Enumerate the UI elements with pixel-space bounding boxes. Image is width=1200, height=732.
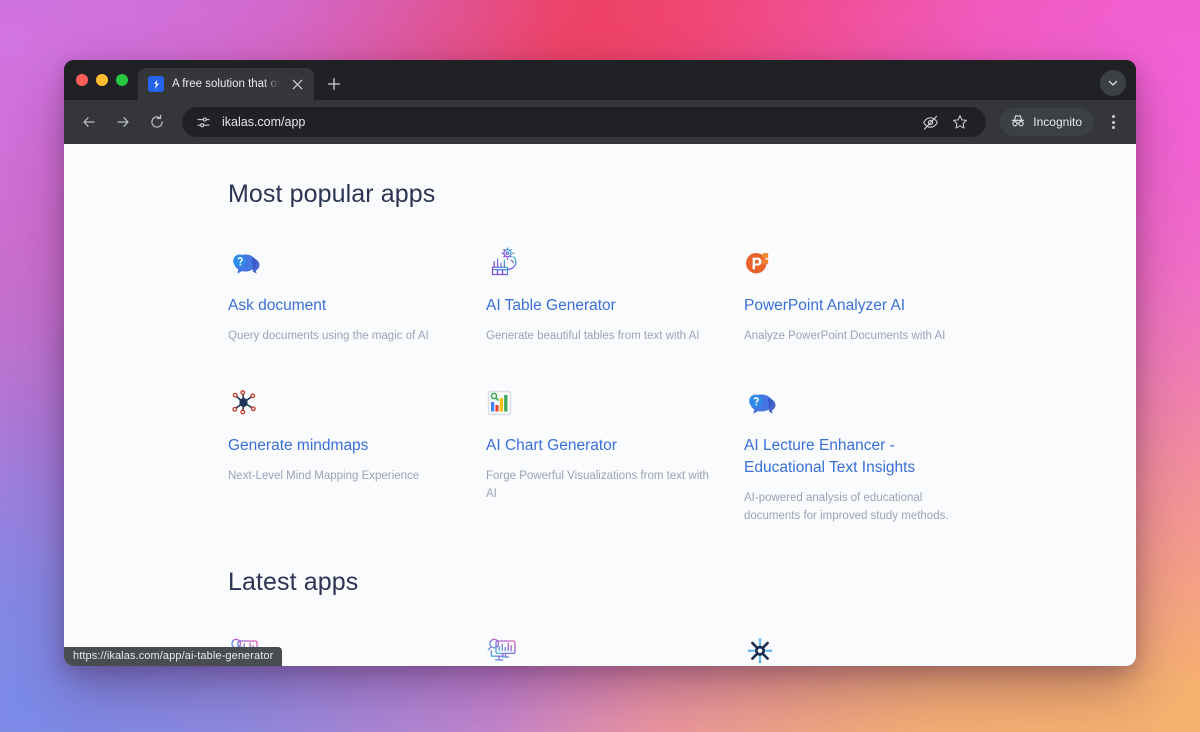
kebab-dot [1111,126,1115,129]
page-content: Most popular apps Ask document Query doc… [64,144,1136,666]
app-card-title[interactable]: PowerPoint Analyzer AI [744,295,974,317]
reload-icon[interactable] [142,107,172,137]
app-card-title[interactable]: AI Chart Generator [486,435,716,457]
app-card[interactable]: Markdown live editor Preview markdown on… [744,633,974,666]
section-title: Most popular apps [228,180,436,208]
forward-arrow-icon[interactable] [108,107,138,137]
content-container: Most popular apps Ask document Query doc… [228,180,1136,666]
app-card[interactable]: AI Chart Generator Forge Powerful Visual… [486,385,716,525]
speech-bubble-question-icon [744,385,780,421]
minimize-window-button[interactable] [96,74,108,86]
monitor-search-chart-icon [486,633,522,666]
incognito-indicator[interactable]: Incognito [1000,108,1094,136]
app-card-title[interactable]: AI Table Generator [486,295,716,317]
app-card-title[interactable]: Generate mindmaps [228,435,458,457]
app-card-description: Next-Level Mind Mapping Experience [228,470,420,482]
kebab-dot [1111,115,1115,118]
section-most-popular: Most popular apps Ask document Query doc… [228,180,1136,525]
kebab-dot [1111,120,1115,124]
address-bar-actions [916,108,974,136]
incognito-label: Incognito [1033,115,1082,129]
app-card[interactable]: AI Table Generator Generate beautiful ta… [486,245,716,345]
address-bar[interactable]: ikalas.com/app [182,107,987,137]
app-card-title[interactable]: Ask document [228,295,458,317]
tab-strip: A free solution that offers fas [64,60,1136,100]
ikalas-favicon [148,76,164,92]
app-card[interactable]: Generate mindmaps Next-Level Mind Mappin… [228,385,458,525]
back-arrow-icon[interactable] [74,107,104,137]
tune-icon[interactable] [194,108,212,136]
new-tab-button[interactable] [320,70,348,98]
chevron-down-icon[interactable] [1100,70,1126,96]
powerpoint-icon [744,245,780,281]
app-card[interactable]: Ask document Query documents using the m… [228,245,458,345]
app-card-description: AI-powered analysis of educational docum… [744,492,949,522]
browser-tab[interactable]: A free solution that offers fas [138,68,314,100]
app-card[interactable]: PowerPoint Analyzer AI Analyze PowerPoin… [744,245,974,345]
section-latest: Latest apps [228,568,1136,666]
app-card-title[interactable]: AI Lecture Enhancer - Educational Text I… [744,435,974,479]
mindmap-node-icon [228,385,264,421]
app-card-description: Analyze PowerPoint Documents with AI [744,330,946,342]
speech-bubble-question-icon [228,245,264,281]
incognito-hat-icon [1010,113,1026,132]
status-bar-url: https://ikalas.com/app/ai-table-generato… [64,647,283,666]
app-card-description: Forge Powerful Visualizations from text … [486,470,709,500]
close-window-button[interactable] [76,74,88,86]
kebab-menu-icon[interactable] [1100,108,1126,136]
app-card-grid: Interactive Visual Resume Builder [228,633,1136,666]
tab-title: A free solution that offers fas [172,78,280,90]
page-viewport[interactable]: Most popular apps Ask document Query doc… [64,144,1136,666]
section-title: Latest apps [228,568,359,596]
markdown-starburst-icon [744,633,780,666]
eye-slash-icon[interactable] [916,108,944,136]
browser-toolbar: ikalas.com/app Incognito [64,100,1136,144]
app-card-grid: Ask document Query documents using the m… [228,245,1136,525]
browser-window: A free solution that offers fas [64,60,1136,666]
address-bar-url: ikalas.com/app [222,115,306,129]
star-icon[interactable] [946,108,974,136]
app-card[interactable]: AI Simple Interactive Calendar Builder [486,633,716,666]
app-card-description: Generate beautiful tables from text with… [486,330,700,342]
maximize-window-button[interactable] [116,74,128,86]
ai-table-line-icon [486,245,522,281]
bar-chart-icon [486,385,522,421]
app-card-description: Query documents using the magic of AI [228,330,429,342]
window-traffic-lights [74,60,138,100]
close-tab-button[interactable] [288,75,306,93]
app-card[interactable]: AI Lecture Enhancer - Educational Text I… [744,385,974,525]
